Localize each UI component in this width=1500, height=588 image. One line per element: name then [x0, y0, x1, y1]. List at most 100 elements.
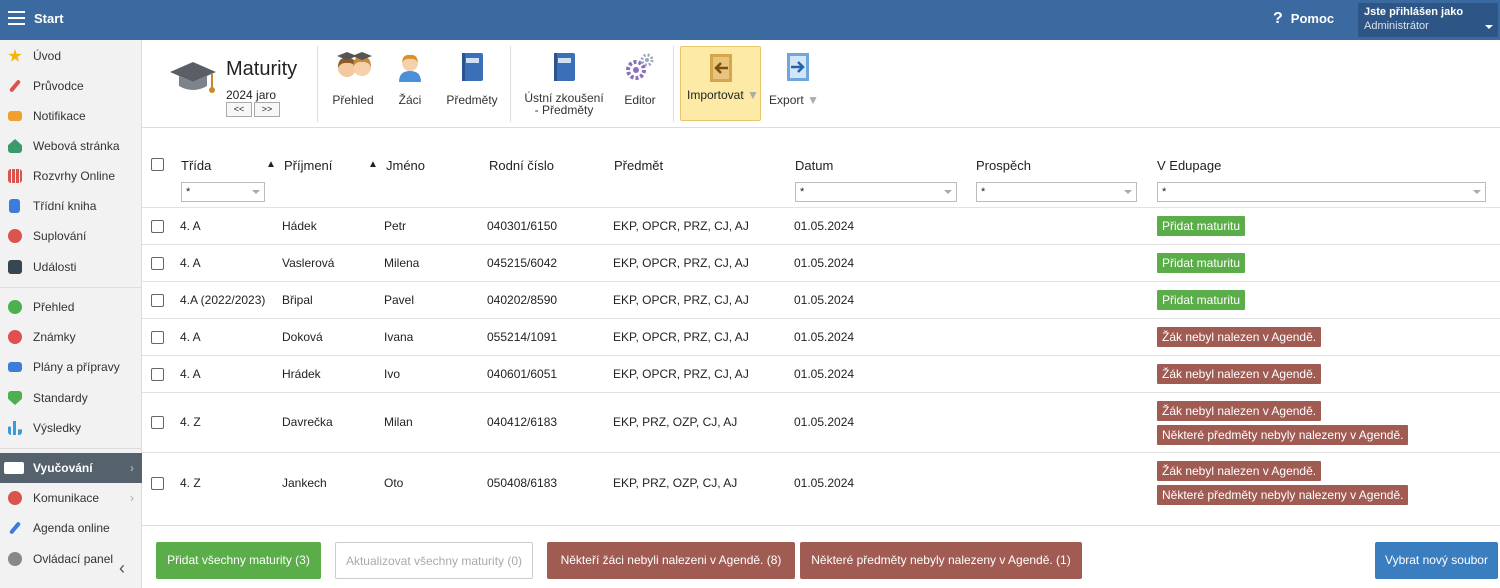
- sidebar-item-vyucovani[interactable]: Vyučování ›: [0, 453, 142, 483]
- sidebar-divider: [0, 448, 142, 449]
- header-v-edupage[interactable]: V Edupage: [1157, 158, 1221, 173]
- table-row[interactable]: 4. A Hrádek Ivo 040601/6051 EKP, OPCR, P…: [142, 355, 1500, 392]
- header-predmet[interactable]: Předmět: [614, 158, 663, 173]
- home-icon: [8, 139, 22, 153]
- table-row[interactable]: 4. Z Jankech Oto 050408/6183 EKP, PRZ, O…: [142, 452, 1500, 514]
- prehled-button[interactable]: Přehled: [330, 48, 376, 107]
- dropdown-arrow-icon: ▼: [807, 93, 819, 107]
- gear-icon: [8, 552, 22, 566]
- header-prijmeni[interactable]: Příjmení: [284, 158, 332, 173]
- importovat-button[interactable]: Importovat ▼: [680, 46, 761, 121]
- header-rodne-cislo[interactable]: Rodní číslo: [489, 158, 554, 173]
- predmety-button[interactable]: Předměty: [444, 48, 500, 107]
- student-not-found-badge: Žák nebyl nalezen v Agendě.: [1157, 364, 1322, 384]
- students-missing-button[interactable]: Někteří žáci nebyli nalezeni v Agendě. (…: [547, 542, 795, 579]
- add-maturita-button[interactable]: Přidat maturitu: [1157, 290, 1246, 310]
- prev-period-button[interactable]: <<: [226, 102, 252, 117]
- zaci-button[interactable]: Žáci: [394, 48, 426, 107]
- cell-predmet: EKP, OPCR, PRZ, CJ, AJ: [613, 256, 749, 270]
- row-checkbox[interactable]: [151, 257, 164, 270]
- next-period-button[interactable]: >>: [254, 102, 280, 117]
- filter-datum[interactable]: *: [795, 182, 957, 202]
- row-checkbox[interactable]: [151, 331, 164, 344]
- select-all-checkbox[interactable]: [151, 158, 164, 171]
- update-all-maturity-button[interactable]: Aktualizovat všechny maturity (0): [335, 542, 533, 579]
- cell-rodne-cislo: 040601/6051: [487, 367, 558, 381]
- sidebar-item-udalosti[interactable]: Události: [0, 252, 142, 282]
- header-datum[interactable]: Datum: [795, 158, 833, 173]
- cell-prijmeni: Jankech: [282, 476, 327, 490]
- envelope-icon: [8, 111, 22, 121]
- predmety-label: Předměty: [446, 93, 498, 107]
- select-new-file-button[interactable]: Vybrat nový soubor: [1375, 542, 1498, 579]
- sidebar-item-vysledky[interactable]: Výsledky: [0, 413, 142, 443]
- cell-datum: 01.05.2024: [794, 367, 855, 381]
- cell-jmeno: Milan: [384, 415, 413, 429]
- ustni-zkouseni-button[interactable]: Ústní zkoušení - Předměty: [522, 48, 606, 116]
- user-menu[interactable]: Jste přihlášen jako Administrátor: [1358, 3, 1498, 37]
- cell-rodne-cislo: 045215/6042: [487, 256, 558, 270]
- cell-predmet: EKP, PRZ, OZP, CJ, AJ: [613, 476, 738, 490]
- table-row[interactable]: 4. A Doková Ivana 055214/1091 EKP, OPCR,…: [142, 318, 1500, 355]
- sidebar-item-notifikace[interactable]: Notifikace: [0, 101, 142, 131]
- shield-icon: [8, 391, 22, 405]
- sidebar-item-uvod[interactable]: Úvod: [0, 41, 142, 71]
- editor-button[interactable]: Editor: [622, 48, 658, 107]
- cell-prijmeni: Davrečka: [282, 415, 333, 429]
- sidebar-item-komunikace[interactable]: Komunikace ›: [0, 483, 142, 513]
- header-jmeno[interactable]: Jméno: [386, 158, 425, 173]
- filter-trida[interactable]: *: [181, 182, 265, 202]
- top-bar: Start ? Pomoc Jste přihlášen jako Adminis…: [0, 0, 1500, 40]
- sidebar-divider: [0, 287, 142, 288]
- sidebar-item-webova-stranka[interactable]: Webová stránka: [0, 131, 142, 161]
- sidebar-item-pruvodce[interactable]: Průvodce: [0, 71, 142, 101]
- menu-icon[interactable]: [8, 11, 25, 25]
- book-icon: [554, 53, 575, 81]
- add-maturita-button[interactable]: Přidat maturitu: [1157, 216, 1246, 236]
- cell-rodne-cislo: 040202/8590: [487, 293, 558, 307]
- calendar-icon: [8, 260, 22, 274]
- row-checkbox[interactable]: [151, 220, 164, 233]
- row-checkbox[interactable]: [151, 477, 164, 490]
- row-checkbox[interactable]: [151, 368, 164, 381]
- add-maturita-button[interactable]: Přidat maturitu: [1157, 253, 1246, 273]
- cell-prijmeni: Hrádek: [282, 367, 321, 381]
- subjects-missing-button[interactable]: Některé předměty nebyly nalezeny v Agend…: [800, 542, 1082, 579]
- editor-label: Editor: [624, 93, 656, 107]
- zaci-label: Žáci: [398, 93, 422, 107]
- cell-predmet: EKP, OPCR, PRZ, CJ, AJ: [613, 293, 749, 307]
- collapse-sidebar-icon[interactable]: ‹: [119, 558, 125, 579]
- filter-v-edupage[interactable]: *: [1157, 182, 1486, 202]
- sidebar-item-suplovani[interactable]: Suplování: [0, 221, 142, 251]
- dropdown-arrow-icon: [1124, 190, 1132, 198]
- sidebar-item-prehled[interactable]: Přehled: [0, 292, 142, 322]
- row-checkbox[interactable]: [151, 294, 164, 307]
- bar-chart-icon: [8, 421, 22, 435]
- cell-trida: 4.A (2022/2023): [180, 293, 266, 307]
- sidebar-item-rozvrhy[interactable]: Rozvrhy Online: [0, 161, 142, 191]
- header-trida[interactable]: Třída: [181, 158, 211, 173]
- filter-prospech[interactable]: *: [976, 182, 1137, 202]
- sidebar-item-plany[interactable]: Plány a přípravy: [0, 352, 142, 382]
- student-not-found-badge: Žák nebyl nalezen v Agendě.: [1157, 327, 1322, 347]
- export-button[interactable]: Export ▼: [766, 48, 822, 107]
- start-link[interactable]: Start: [34, 11, 64, 26]
- sidebar-item-znamky[interactable]: Známky: [0, 322, 142, 352]
- cell-trida: 4. A: [180, 330, 201, 344]
- sidebar-item-standardy[interactable]: Standardy: [0, 383, 142, 413]
- user-line2: Administrátor: [1364, 20, 1429, 32]
- sort-asc-icon[interactable]: ▲: [266, 159, 276, 170]
- help-link[interactable]: ? Pomoc: [1273, 10, 1334, 28]
- row-checkbox[interactable]: [151, 416, 164, 429]
- table-row[interactable]: 4.A (2022/2023) Břipal Pavel 040202/8590…: [142, 281, 1500, 318]
- sidebar-item-tridni-kniha[interactable]: Třídní kniha: [0, 191, 142, 221]
- sidebar-item-agenda[interactable]: Agenda online: [0, 513, 142, 543]
- cell-predmet: EKP, OPCR, PRZ, CJ, AJ: [613, 219, 749, 233]
- add-all-maturity-button[interactable]: Přidat všechny maturity (3): [156, 542, 321, 579]
- cell-rodne-cislo: 040412/6183: [487, 415, 558, 429]
- table-row[interactable]: 4. Z Davrečka Milan 040412/6183 EKP, PRZ…: [142, 392, 1500, 452]
- table-row[interactable]: 4. A Hádek Petr 040301/6150 EKP, OPCR, P…: [142, 207, 1500, 244]
- sort-asc-icon[interactable]: ▲: [368, 159, 378, 170]
- table-row[interactable]: 4. A Vaslerová Milena 045215/6042 EKP, O…: [142, 244, 1500, 281]
- header-prospech[interactable]: Prospěch: [976, 158, 1031, 173]
